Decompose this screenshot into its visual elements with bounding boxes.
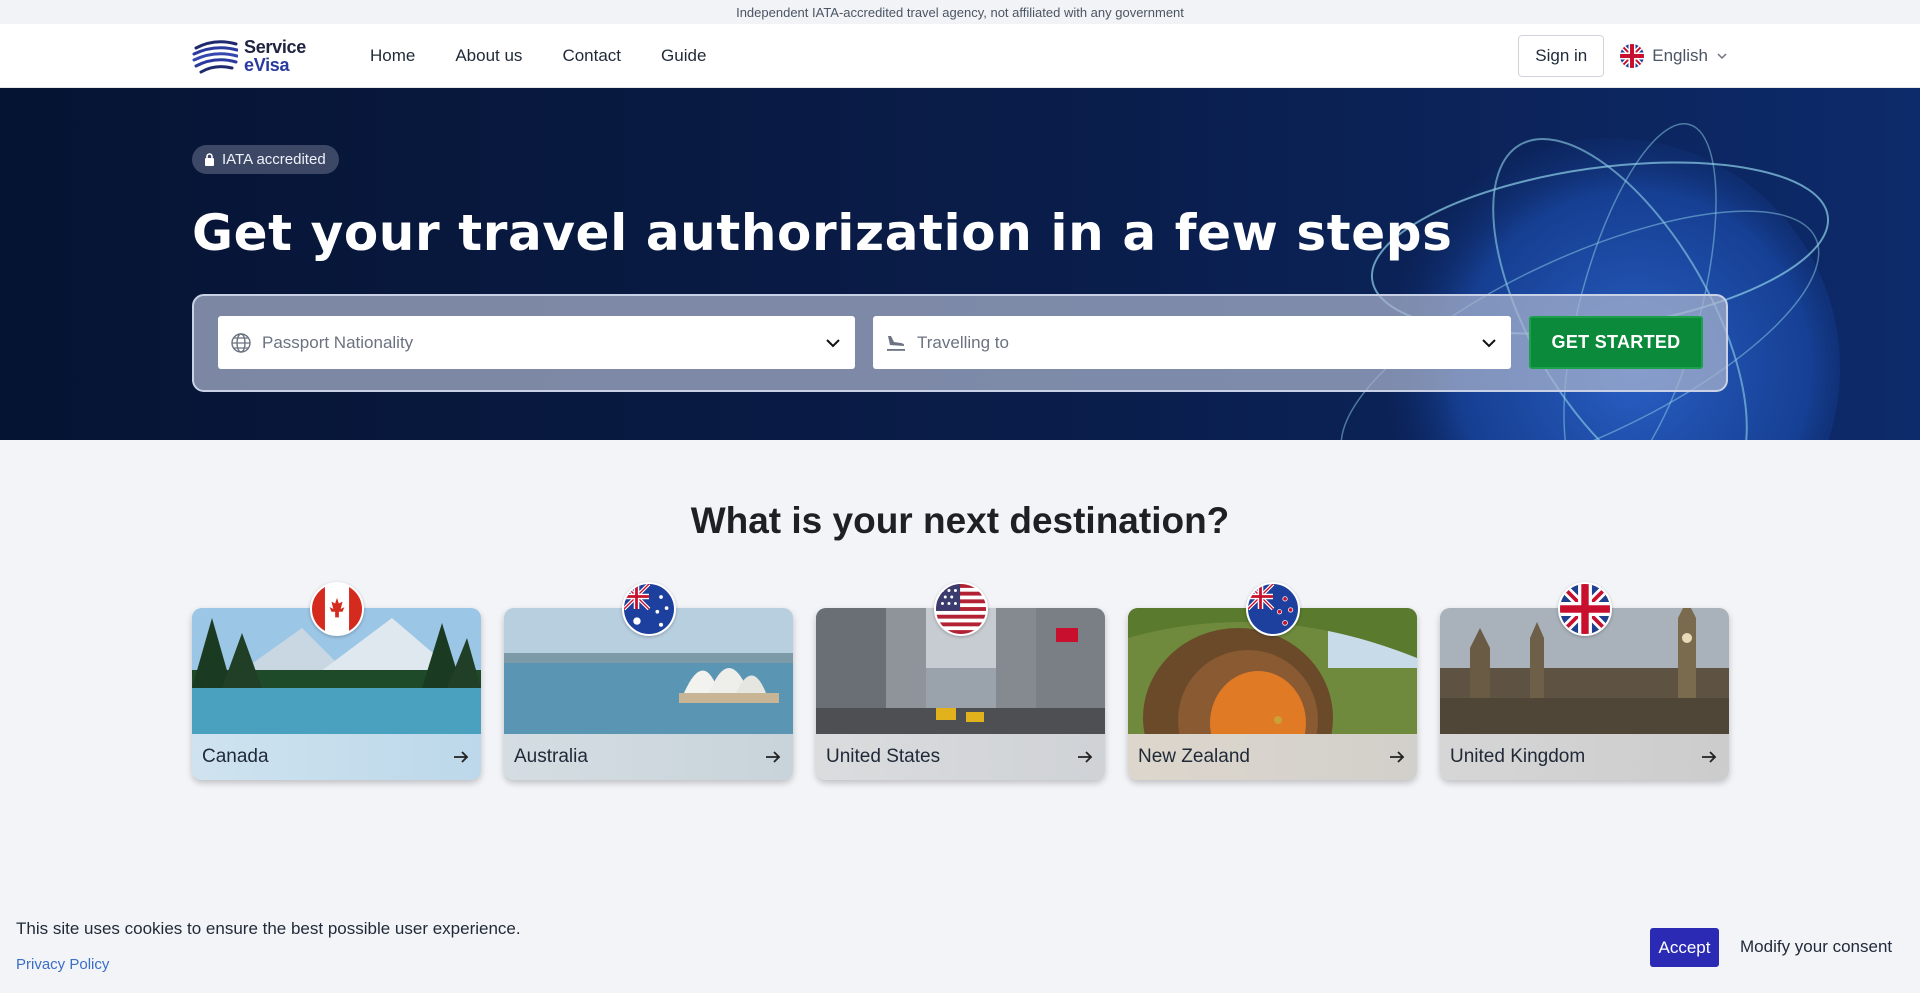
get-started-button[interactable]: GET STARTED bbox=[1529, 316, 1703, 369]
travelling-to-placeholder: Travelling to bbox=[917, 332, 1009, 352]
travelling-to-select[interactable]: Travelling to bbox=[873, 316, 1511, 369]
language-label: English bbox=[1652, 45, 1708, 65]
accept-cookies-button[interactable]: Accept bbox=[1650, 928, 1719, 967]
destinations-title: What is your next destination? bbox=[690, 500, 1230, 541]
arrow-right-icon bbox=[1390, 751, 1405, 763]
destination-card-united-states[interactable]: United States bbox=[816, 582, 1105, 780]
destination-card-united-kingdom[interactable]: United Kingdom bbox=[1440, 582, 1729, 780]
site-header: Service eVisa Home About us Contact Guid… bbox=[0, 24, 1920, 88]
destination-card-canada[interactable]: Canada bbox=[192, 582, 481, 780]
destination-name: United Kingdom bbox=[1450, 746, 1586, 767]
top-notice-bar: Independent IATA-accredited travel agenc… bbox=[0, 0, 1920, 24]
logo-text-service: Service bbox=[244, 36, 306, 57]
passport-nationality-select[interactable]: Passport Nationality bbox=[218, 316, 855, 369]
search-form: Passport Nationality Travelling to GET S… bbox=[192, 294, 1728, 392]
uk-flag-icon bbox=[1620, 43, 1645, 68]
hero-section: IATA accredited Get your travel authoriz… bbox=[0, 88, 1920, 440]
passport-nationality-placeholder: Passport Nationality bbox=[262, 332, 414, 352]
language-selector[interactable]: English bbox=[1620, 43, 1728, 68]
hero-title: Get your travel authorization in a few s… bbox=[192, 204, 1453, 262]
chevron-down-icon bbox=[1717, 52, 1727, 59]
site-logo[interactable]: Service eVisa bbox=[192, 34, 306, 78]
top-notice-text: Independent IATA-accredited travel agenc… bbox=[736, 4, 1184, 20]
new-zealand-flag-icon bbox=[1246, 582, 1300, 636]
nav-about-us[interactable]: About us bbox=[455, 46, 522, 66]
australia-flag-icon bbox=[622, 582, 676, 636]
destination-name: Canada bbox=[202, 746, 269, 767]
nav-home[interactable]: Home bbox=[370, 46, 415, 66]
canada-flag-icon bbox=[310, 582, 364, 636]
destination-card-australia[interactable]: Australia bbox=[504, 582, 793, 780]
lock-icon bbox=[205, 153, 214, 166]
arrow-right-icon bbox=[1078, 751, 1093, 763]
iata-badge-label: IATA accredited bbox=[222, 151, 326, 168]
arrow-right-icon bbox=[766, 751, 781, 763]
nav-guide[interactable]: Guide bbox=[661, 46, 706, 66]
logo-text-evisa: eVisa bbox=[244, 54, 290, 75]
arrow-right-icon bbox=[454, 751, 469, 763]
sign-in-button[interactable]: Sign in bbox=[1518, 34, 1605, 77]
arrow-right-icon bbox=[1702, 751, 1717, 763]
logo-globe-icon bbox=[192, 39, 238, 73]
nav-contact[interactable]: Contact bbox=[562, 46, 621, 66]
iata-badge: IATA accredited bbox=[192, 145, 339, 174]
plane-landing-icon bbox=[887, 335, 905, 351]
cookie-message: This site uses cookies to ensure the bes… bbox=[16, 919, 521, 938]
usa-flag-icon bbox=[934, 582, 988, 636]
chevron-down-icon bbox=[1482, 338, 1496, 347]
main-nav: Home About us Contact Guide bbox=[370, 46, 706, 66]
destination-name: Australia bbox=[514, 746, 588, 767]
modify-consent-button[interactable]: Modify your consent bbox=[1740, 937, 1892, 957]
destination-name: New Zealand bbox=[1138, 746, 1250, 767]
uk-flag-icon bbox=[1558, 582, 1612, 636]
destination-cards: Canada Australia United States New Zeala… bbox=[192, 582, 1729, 780]
destination-card-new-zealand[interactable]: New Zealand bbox=[1128, 582, 1417, 780]
destination-name: United States bbox=[826, 746, 941, 767]
chevron-down-icon bbox=[826, 338, 840, 347]
cookie-banner: This site uses cookies to ensure the bes… bbox=[0, 900, 1920, 993]
privacy-policy-link[interactable]: Privacy Policy bbox=[16, 956, 109, 973]
globe-icon bbox=[231, 332, 251, 353]
